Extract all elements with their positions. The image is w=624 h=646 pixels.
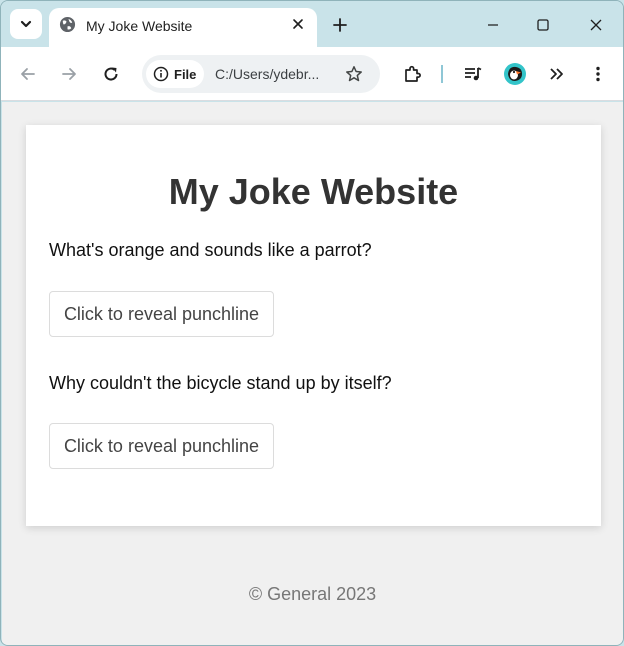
- main-menu-button[interactable]: [585, 61, 611, 87]
- chevron-down-icon: [20, 20, 32, 28]
- bookmark-button[interactable]: [342, 62, 366, 86]
- tab-close-button[interactable]: [289, 15, 307, 33]
- close-icon: [293, 19, 303, 29]
- minimize-button[interactable]: [481, 13, 505, 37]
- arrow-left-icon: [21, 68, 35, 80]
- page-footer: © General 2023: [248, 584, 377, 604]
- profile-button[interactable]: [502, 61, 528, 87]
- browser-toolbar: File C:/Users/ydebr...: [1, 47, 623, 101]
- site-info-chip[interactable]: File: [146, 60, 204, 88]
- tab-strip: My Joke Website: [1, 1, 623, 47]
- reveal-punchline-button-2[interactable]: Click to reveal punchline: [49, 423, 274, 469]
- joke-question-2: Why couldn't the bicycle stand up by its…: [49, 373, 392, 393]
- double-chevron-icon: [550, 68, 563, 80]
- tab-title: My Joke Website: [86, 18, 193, 34]
- reload-icon: [104, 67, 118, 81]
- extensions-button[interactable]: [399, 61, 425, 87]
- scheme-label: File: [174, 66, 197, 82]
- reload-button[interactable]: [98, 61, 124, 87]
- puffin-avatar-icon: [504, 63, 526, 85]
- reveal-punchline-button-1[interactable]: Click to reveal punchline: [49, 291, 274, 337]
- toolbar-divider: [441, 65, 443, 83]
- plus-icon: [333, 18, 347, 32]
- arrow-right-icon: [62, 68, 76, 80]
- globe-icon: [59, 16, 76, 33]
- more-tools-button[interactable]: [544, 61, 570, 87]
- address-bar[interactable]: File C:/Users/ydebr...: [142, 55, 380, 93]
- close-icon: [590, 19, 602, 31]
- page-title: My Joke Website: [168, 171, 459, 212]
- media-controls-button[interactable]: [460, 61, 486, 87]
- back-button[interactable]: [15, 61, 41, 87]
- close-window-button[interactable]: [584, 13, 608, 37]
- joke-question-1: What's orange and sounds like a parrot?: [49, 240, 372, 260]
- star-icon: [346, 66, 362, 82]
- maximize-button[interactable]: [531, 13, 555, 37]
- info-icon: [153, 66, 169, 82]
- url-text[interactable]: C:/Users/ydebr...: [215, 66, 319, 82]
- puzzle-icon: [405, 65, 421, 82]
- minimize-icon: [488, 24, 498, 26]
- tab-active[interactable]: My Joke Website: [49, 8, 317, 47]
- browser-window: My Joke Website File C:/Users/ydebr... M…: [0, 0, 624, 646]
- page-viewport: My Joke Website What's orange and sounds…: [2, 102, 623, 645]
- vertical-dots-icon: [596, 66, 600, 82]
- maximize-icon: [537, 19, 549, 31]
- forward-button[interactable]: [56, 61, 82, 87]
- tab-search-button[interactable]: [10, 9, 42, 39]
- joke-card: My Joke Website What's orange and sounds…: [26, 125, 601, 526]
- music-queue-icon: [465, 67, 482, 81]
- new-tab-button[interactable]: [328, 13, 352, 37]
